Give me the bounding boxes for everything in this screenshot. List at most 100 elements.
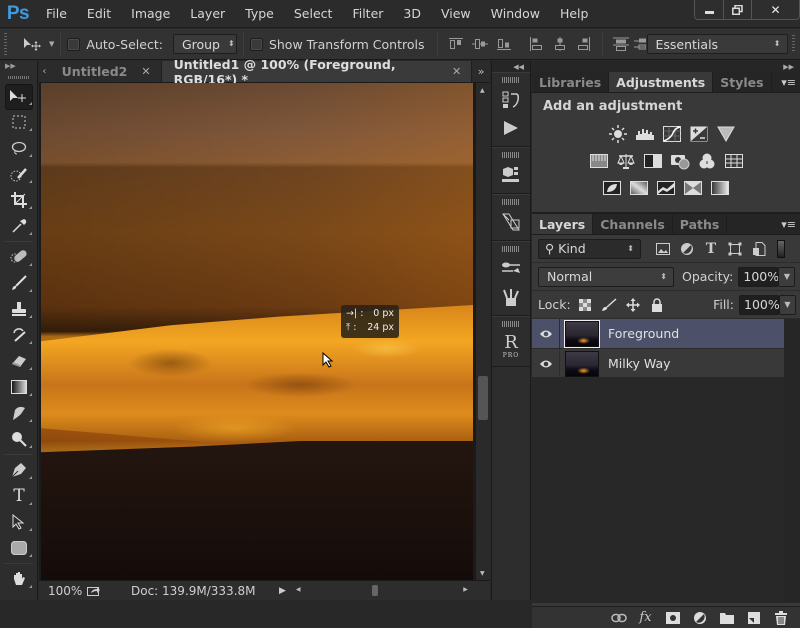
panel-menu-icon[interactable]: ▾≡ [781, 218, 796, 231]
tool-brush[interactable] [0, 270, 38, 296]
tool-quick-selection[interactable] [0, 161, 38, 187]
exposure-button[interactable] [689, 125, 709, 143]
tool-crop[interactable] [0, 187, 38, 213]
tool-eyedropper[interactable] [0, 213, 38, 239]
show-transform-controls-checkbox[interactable] [249, 37, 263, 51]
dock-grip[interactable] [502, 321, 520, 327]
distribute-vertical-button[interactable] [633, 34, 646, 54]
tool-smudge[interactable] [0, 400, 38, 426]
tab-paths[interactable]: Paths [673, 214, 728, 234]
posterize-button[interactable] [629, 179, 649, 197]
panel-menu-icon[interactable]: ▾≡ [781, 76, 796, 89]
align-vertical-centers-button[interactable] [469, 34, 491, 54]
layer-name[interactable]: Foreground [608, 326, 679, 341]
canvas-horizontal-scrollbar[interactable]: ◀ ▶ [292, 584, 472, 598]
3d-panel-button[interactable] [492, 161, 530, 189]
menu-view[interactable]: View [431, 0, 481, 28]
photo-filter-button[interactable] [670, 152, 690, 170]
lock-position-button[interactable] [623, 296, 643, 314]
auto-select-target-dropdown[interactable]: Group ⬍ [172, 34, 237, 54]
lock-image-button[interactable] [599, 296, 619, 314]
tab-layers[interactable]: Layers [532, 214, 594, 234]
horizontal-scroll-thumb[interactable] [371, 584, 378, 596]
dock-grip[interactable] [502, 152, 520, 158]
blend-mode-dropdown[interactable]: Normal ⬍ [538, 266, 674, 287]
new-adjustment-layer-button[interactable] [690, 610, 709, 626]
add-layer-style-button[interactable]: fx [636, 610, 655, 626]
align-right-edges-button[interactable] [573, 34, 595, 54]
layers-scrollbar[interactable] [784, 319, 800, 603]
link-layers-button[interactable] [609, 610, 628, 626]
brightness-contrast-button[interactable] [608, 125, 628, 143]
menu-3d[interactable]: 3D [393, 0, 431, 28]
tool-move[interactable] [0, 83, 38, 110]
tool-gradient[interactable] [0, 374, 38, 400]
threshold-button[interactable] [656, 179, 676, 197]
scroll-up-icon[interactable]: ▲ [480, 87, 485, 94]
auto-select-checkbox[interactable] [67, 37, 81, 51]
tool-lasso[interactable] [0, 135, 38, 161]
toolbox-grip[interactable] [8, 71, 29, 83]
lock-transparent-button[interactable] [575, 296, 595, 314]
color-balance-button[interactable] [616, 152, 636, 170]
selective-color-button[interactable] [683, 179, 703, 197]
align-top-edges-button[interactable] [445, 34, 467, 54]
layer-filter-kind-dropdown[interactable]: ⚲ Kind ⬍ [538, 238, 641, 259]
filter-toggle-switch[interactable] [777, 239, 785, 258]
distribute-top-button[interactable] [610, 34, 632, 54]
lock-all-button[interactable] [647, 296, 667, 314]
tool-presets-panel-button[interactable] [492, 283, 530, 311]
fill-dropdown-button[interactable]: ▼ [779, 294, 796, 315]
close-tab-icon[interactable]: ✕ [141, 65, 150, 78]
tool-history-brush[interactable] [0, 322, 38, 348]
scroll-left-icon[interactable]: ◀ [296, 586, 301, 593]
properties-panel-button[interactable] [492, 208, 530, 236]
channel-mixer-button[interactable] [697, 152, 717, 170]
tool-hand[interactable] [0, 566, 38, 592]
canvas-vertical-scrollbar[interactable]: ▲ ▼ [475, 83, 490, 580]
document-image[interactable] [41, 83, 473, 580]
hue-saturation-button[interactable] [589, 152, 609, 170]
align-bottom-edges-button[interactable] [493, 34, 515, 54]
menu-image[interactable]: Image [121, 0, 180, 28]
tool-path-selection[interactable] [0, 509, 38, 535]
add-mask-button[interactable] [663, 610, 682, 626]
panels-expand-button[interactable]: ▶▶ [532, 61, 800, 72]
type-filter-button[interactable]: T [701, 240, 721, 258]
minimize-button[interactable] [695, 0, 723, 19]
visibility-toggle[interactable] [532, 349, 560, 378]
zoom-level-field[interactable]: 100% [39, 584, 83, 598]
workspace-dropdown[interactable]: Essentials ⬍ [646, 34, 788, 54]
menu-filter[interactable]: Filter [342, 0, 393, 28]
dock-grip[interactable] [502, 246, 520, 252]
layer-row-foreground[interactable]: Foreground [532, 319, 784, 349]
menu-edit[interactable]: Edit [77, 0, 121, 28]
scroll-right-icon[interactable]: ▶ [463, 586, 468, 593]
canvas-area[interactable]: →| : 0 px ⤒ : 24 px [39, 83, 475, 580]
tool-eraser[interactable] [0, 348, 38, 374]
status-menu-arrow-icon[interactable]: ▶ [279, 586, 286, 596]
gradient-map-button[interactable] [710, 179, 730, 197]
fill-field[interactable]: 100% [739, 294, 780, 315]
r-pro-plugin-button[interactable]: R PRO [492, 330, 530, 362]
curves-button[interactable] [662, 125, 682, 143]
tab-styles[interactable]: Styles [713, 72, 772, 92]
shape-filter-button[interactable] [725, 240, 745, 258]
color-lookup-button[interactable] [724, 152, 744, 170]
more-tabs-button[interactable]: » [472, 61, 490, 82]
tab-untitled2[interactable]: Untitled2 ✕ [49, 61, 162, 82]
menu-type[interactable]: Type [235, 0, 284, 28]
scroll-down-icon[interactable]: ▼ [480, 570, 485, 577]
toolbox-collapse-button[interactable]: ▶▶ [0, 61, 37, 71]
tool-spot-healing-brush[interactable] [0, 244, 38, 270]
visibility-toggle[interactable] [532, 319, 560, 348]
options-bar-grip[interactable] [4, 33, 7, 55]
tool-rectangle[interactable] [0, 535, 38, 561]
close-tab-icon[interactable]: ✕ [452, 65, 461, 78]
levels-button[interactable] [635, 125, 655, 143]
adjustment-filter-button[interactable] [677, 240, 697, 258]
new-group-button[interactable] [717, 610, 736, 626]
brush-presets-panel-button[interactable] [492, 255, 530, 283]
tab-untitled1[interactable]: Untitled1 @ 100% (Foreground, RGB/16*) *… [161, 57, 473, 87]
dock-collapse-button[interactable]: ◀◀ [492, 61, 530, 72]
